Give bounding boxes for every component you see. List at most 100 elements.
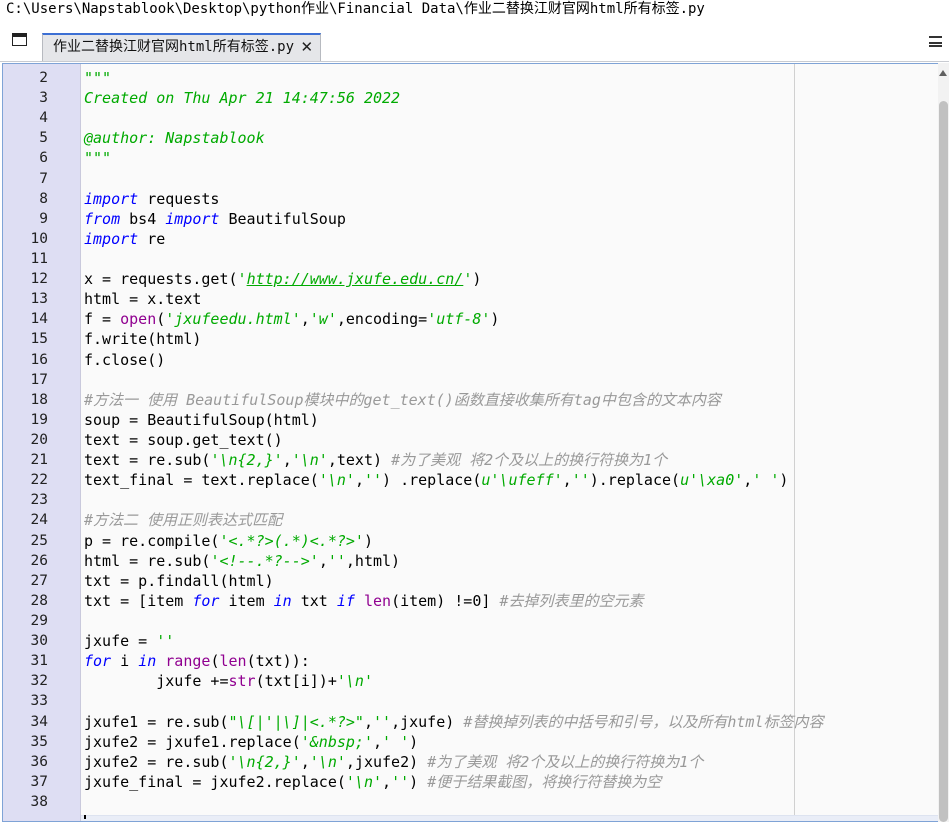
code-line[interactable]: 27 txt = p.findall(html) [3, 571, 938, 591]
code-token: ' ' [752, 471, 780, 490]
code-text: for i in range(len(txt)): [84, 651, 310, 671]
code-line[interactable]: 2 """ [3, 68, 938, 88]
code-line[interactable]: 38 [3, 792, 938, 812]
browse-tabs-icon[interactable] [12, 33, 27, 46]
line-number: 37 [30, 773, 48, 790]
code-token: p = re.compile( [84, 531, 220, 550]
code-token: ) [779, 471, 789, 490]
code-line[interactable]: 23 [3, 490, 938, 510]
line-number: 32 [30, 673, 48, 690]
code-token: ,jxufe) [391, 712, 464, 731]
line-number: 28 [30, 592, 48, 609]
code-token: "\[|'|\]|<.*?>" [228, 712, 364, 731]
code-editor[interactable]: 2 """ 3 Created on Thu Apr 21 14:47:56 2022… [2, 63, 938, 822]
code-line[interactable]: 13 html = x.text [3, 289, 938, 309]
code-line[interactable]: 18 #方法一 使用 BeautifulSoup模块中的get_text()函数直… [3, 390, 938, 410]
code-token: , [382, 772, 392, 791]
code-text: """ [84, 68, 111, 88]
code-line[interactable]: 17 [3, 370, 938, 390]
code-line[interactable]: 28 txt = [item for item in txt if len(ite… [3, 591, 938, 611]
code-token: '\n' [291, 451, 328, 470]
code-line[interactable]: 36 jxufe2 = re.sub('\n{2,}','\n',jxufe2) … [3, 752, 938, 772]
code-token: html = x.text [84, 290, 202, 309]
code-token: , [282, 451, 292, 470]
code-token: txt = p.findall(html) [84, 571, 274, 590]
code-text: jxufe1 = re.sub("\[|'|\]|<.*?>",'',jxufe… [84, 712, 823, 732]
line-number: 14 [30, 311, 48, 328]
code-token: (txt)): [246, 652, 310, 671]
line-number: 11 [30, 250, 48, 267]
code-token: '' [363, 471, 383, 490]
code-token: import [84, 189, 139, 208]
code-token: ,encoding= [336, 310, 428, 329]
code-token: '' [156, 632, 175, 651]
code-text: jxufe2 = re.sub('\n{2,}','\n',jxufe2) #为… [84, 752, 703, 772]
code-line[interactable]: 24 #方法二 使用正则表达式匹配 [3, 510, 938, 530]
code-line[interactable]: 16 f.close() [3, 350, 938, 370]
scroll-thumb[interactable] [939, 101, 948, 822]
line-number: 16 [30, 351, 48, 368]
code-line[interactable]: 25 p = re.compile('<.*?>(.*)<.*?>') [3, 531, 938, 551]
code-token: ) .replace( [382, 471, 482, 490]
code-token: #为了美观 将2个及以上的换行符换为1个 [391, 451, 668, 470]
code-text: #方法一 使用 BeautifulSoup模块中的get_text()函数直接收… [84, 390, 721, 410]
code-token: , [300, 310, 310, 329]
scroll-up-arrow-icon[interactable] [939, 70, 947, 76]
code-line[interactable]: 30 jxufe = '' [3, 631, 938, 651]
code-line[interactable]: 8 import requests [3, 189, 938, 209]
code-line[interactable]: 14 f = open('jxufeedu.html','w',encoding=… [3, 309, 938, 329]
file-tab[interactable]: 作业二替换江财官网html所有标签.py ✕ [42, 33, 322, 61]
code-text: txt = p.findall(html) [84, 571, 274, 591]
hamburger-menu-icon[interactable] [929, 36, 942, 47]
code-token: '\n' [309, 752, 346, 771]
code-token: jxufe = [84, 632, 157, 651]
code-line[interactable]: 5 @author: Napstablook [3, 128, 938, 148]
code-token: jxufe += [84, 672, 229, 691]
code-line[interactable]: 22 text_final = text.replace('\n','') .re… [3, 470, 938, 490]
code-token: ' [463, 270, 473, 289]
code-text: import requests [84, 189, 219, 209]
code-token: , [354, 471, 364, 490]
code-token: u'\xa0' [680, 471, 744, 490]
code-token: in [273, 591, 292, 610]
code-line[interactable]: 20 text = soup.get_text() [3, 430, 938, 450]
code-text: html = re.sub('<!--.*?-->','',html) [84, 551, 400, 571]
line-number: 10 [30, 230, 48, 247]
code-text: x = requests.get('http://www.jxufe.edu.c… [84, 269, 481, 289]
code-token: u'\ufeff' [481, 471, 563, 490]
code-line[interactable]: 3 Created on Thu Apr 21 14:47:56 2022 [3, 88, 938, 108]
code-line[interactable]: 4 [3, 108, 938, 128]
code-token: (item) != [391, 591, 473, 610]
code-line[interactable]: 9 from bs4 import BeautifulSoup [3, 209, 938, 229]
code-line[interactable]: 10 import re [3, 229, 938, 249]
code-line[interactable]: 37 jxufe_final = jxufe2.replace('\n','') … [3, 772, 938, 792]
code-token: 'w' [309, 310, 337, 329]
code-token: len [219, 652, 247, 671]
code-line[interactable]: 19 soup = BeautifulSoup(html) [3, 410, 938, 430]
line-number: 23 [30, 492, 48, 509]
code-line[interactable]: 21 text = re.sub('\n{2,}','\n',text) #为了美… [3, 450, 938, 470]
code-line[interactable]: 12 x = requests.get('http://www.jxufe.edu… [3, 269, 938, 289]
code-line[interactable]: 34 jxufe1 = re.sub("\[|'|\]|<.*?>",'',jxu… [3, 712, 938, 732]
code-token: '' [373, 712, 392, 731]
close-icon[interactable]: ✕ [300, 35, 313, 60]
code-line[interactable]: 26 html = re.sub('<!--.*?-->','',html) [3, 551, 938, 571]
line-number: 22 [30, 472, 48, 489]
code-line[interactable]: 33 [3, 691, 938, 711]
code-token: txt [291, 591, 337, 610]
code-line[interactable]: 29 [3, 611, 938, 631]
code-line[interactable]: 31 for i in range(len(txt)): [3, 651, 938, 671]
line-number: 19 [30, 411, 48, 428]
code-line[interactable]: 35 jxufe2 = jxufe1.replace('&nbsp;',' ') [3, 732, 938, 752]
code-line[interactable]: 6 """ [3, 148, 938, 168]
code-token: 'jxufeedu.html' [165, 310, 301, 329]
line-number: 18 [30, 391, 48, 408]
code-line[interactable]: 32 jxufe +=str(txt[i])+'\n' [3, 671, 938, 691]
code-line[interactable]: 11 [3, 249, 938, 269]
code-token: http://www.jxufe.edu.cn/ [246, 270, 464, 289]
code-line[interactable]: 15 f.write(html) [3, 329, 938, 349]
code-token: ) [409, 732, 419, 751]
vertical-scrollbar[interactable] [938, 63, 949, 822]
code-line[interactable]: 7 [3, 169, 938, 189]
editor-toolbar: 作业二替换江财官网html所有标签.py ✕ [0, 20, 949, 62]
